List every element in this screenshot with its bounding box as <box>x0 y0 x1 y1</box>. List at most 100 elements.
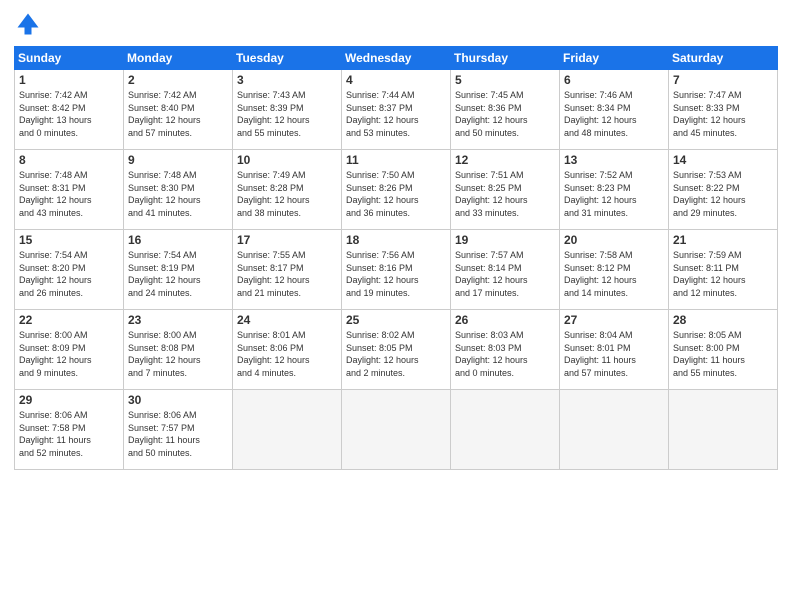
day-number: 13 <box>564 153 664 167</box>
day-number: 8 <box>19 153 119 167</box>
week-row-5: 29 Sunrise: 8:06 AM Sunset: 7:58 PM Dayli… <box>15 390 778 470</box>
day-number: 28 <box>673 313 773 327</box>
day-info: Sunrise: 7:47 AM Sunset: 8:33 PM Dayligh… <box>673 89 773 139</box>
weekday-header-friday: Friday <box>560 47 669 70</box>
day-info: Sunrise: 7:42 AM Sunset: 8:40 PM Dayligh… <box>128 89 228 139</box>
day-number: 10 <box>237 153 337 167</box>
day-number: 25 <box>346 313 446 327</box>
day-info: Sunrise: 7:54 AM Sunset: 8:19 PM Dayligh… <box>128 249 228 299</box>
weekday-header-row: SundayMondayTuesdayWednesdayThursdayFrid… <box>15 47 778 70</box>
day-info: Sunrise: 7:56 AM Sunset: 8:16 PM Dayligh… <box>346 249 446 299</box>
week-row-1: 1 Sunrise: 7:42 AM Sunset: 8:42 PM Daylig… <box>15 70 778 150</box>
day-info: Sunrise: 7:59 AM Sunset: 8:11 PM Dayligh… <box>673 249 773 299</box>
calendar-cell: 1 Sunrise: 7:42 AM Sunset: 8:42 PM Daylig… <box>15 70 124 150</box>
calendar-cell: 27 Sunrise: 8:04 AM Sunset: 8:01 PM Dayli… <box>560 310 669 390</box>
calendar-cell: 5 Sunrise: 7:45 AM Sunset: 8:36 PM Daylig… <box>451 70 560 150</box>
day-info: Sunrise: 8:04 AM Sunset: 8:01 PM Dayligh… <box>564 329 664 379</box>
day-number: 22 <box>19 313 119 327</box>
logo-icon <box>14 10 42 38</box>
week-row-3: 15Sunrise: 7:54 AM Sunset: 8:20 PM Dayli… <box>15 230 778 310</box>
day-number: 9 <box>128 153 228 167</box>
calendar-cell: 11 Sunrise: 7:50 AM Sunset: 8:26 PM Dayli… <box>342 150 451 230</box>
day-info: Sunrise: 7:53 AM Sunset: 8:22 PM Dayligh… <box>673 169 773 219</box>
page: SundayMondayTuesdayWednesdayThursdayFrid… <box>0 0 792 612</box>
day-info: Sunrise: 7:49 AM Sunset: 8:28 PM Dayligh… <box>237 169 337 219</box>
day-info: Sunrise: 8:05 AM Sunset: 8:00 PM Dayligh… <box>673 329 773 379</box>
weekday-header-sunday: Sunday <box>15 47 124 70</box>
calendar-cell: 14 Sunrise: 7:53 AM Sunset: 8:22 PM Dayli… <box>669 150 778 230</box>
calendar-cell: 4Sunrise: 7:44 AM Sunset: 8:37 PM Daylig… <box>342 70 451 150</box>
day-info: Sunrise: 7:58 AM Sunset: 8:12 PM Dayligh… <box>564 249 664 299</box>
day-info: Sunrise: 8:02 AM Sunset: 8:05 PM Dayligh… <box>346 329 446 379</box>
calendar-cell: 3 Sunrise: 7:43 AM Sunset: 8:39 PM Daylig… <box>233 70 342 150</box>
weekday-header-tuesday: Tuesday <box>233 47 342 70</box>
day-number: 2 <box>128 73 228 87</box>
day-info: Sunrise: 8:03 AM Sunset: 8:03 PM Dayligh… <box>455 329 555 379</box>
day-number: 24 <box>237 313 337 327</box>
day-number: 20 <box>564 233 664 247</box>
day-info: Sunrise: 7:57 AM Sunset: 8:14 PM Dayligh… <box>455 249 555 299</box>
day-info: Sunrise: 7:50 AM Sunset: 8:26 PM Dayligh… <box>346 169 446 219</box>
day-number: 16 <box>128 233 228 247</box>
calendar-cell <box>451 390 560 470</box>
calendar-cell: 13 Sunrise: 7:52 AM Sunset: 8:23 PM Dayli… <box>560 150 669 230</box>
day-info: Sunrise: 8:06 AM Sunset: 7:57 PM Dayligh… <box>128 409 228 459</box>
day-info: Sunrise: 7:48 AM Sunset: 8:31 PM Dayligh… <box>19 169 119 219</box>
calendar-cell <box>669 390 778 470</box>
header <box>14 10 778 38</box>
day-number: 12 <box>455 153 555 167</box>
calendar-cell: 29 Sunrise: 8:06 AM Sunset: 7:58 PM Dayli… <box>15 390 124 470</box>
day-number: 6 <box>564 73 664 87</box>
day-number: 30 <box>128 393 228 407</box>
calendar-cell: 20 Sunrise: 7:58 AM Sunset: 8:12 PM Dayli… <box>560 230 669 310</box>
day-info: Sunrise: 7:43 AM Sunset: 8:39 PM Dayligh… <box>237 89 337 139</box>
day-number: 21 <box>673 233 773 247</box>
weekday-header-wednesday: Wednesday <box>342 47 451 70</box>
calendar-cell: 30 Sunrise: 8:06 AM Sunset: 7:57 PM Dayli… <box>124 390 233 470</box>
calendar-cell <box>233 390 342 470</box>
day-number: 29 <box>19 393 119 407</box>
calendar-cell: 26 Sunrise: 8:03 AM Sunset: 8:03 PM Dayli… <box>451 310 560 390</box>
weekday-header-thursday: Thursday <box>451 47 560 70</box>
calendar-cell: 18 Sunrise: 7:56 AM Sunset: 8:16 PM Dayli… <box>342 230 451 310</box>
calendar-table: SundayMondayTuesdayWednesdayThursdayFrid… <box>14 46 778 470</box>
day-number: 11 <box>346 153 446 167</box>
day-info: Sunrise: 7:52 AM Sunset: 8:23 PM Dayligh… <box>564 169 664 219</box>
day-number: 17 <box>237 233 337 247</box>
day-info: Sunrise: 7:51 AM Sunset: 8:25 PM Dayligh… <box>455 169 555 219</box>
day-info: Sunrise: 8:00 AM Sunset: 8:08 PM Dayligh… <box>128 329 228 379</box>
calendar-cell: 15Sunrise: 7:54 AM Sunset: 8:20 PM Dayli… <box>15 230 124 310</box>
calendar-cell: 22 Sunrise: 8:00 AM Sunset: 8:09 PM Dayli… <box>15 310 124 390</box>
weekday-header-monday: Monday <box>124 47 233 70</box>
calendar-cell: 12 Sunrise: 7:51 AM Sunset: 8:25 PM Dayli… <box>451 150 560 230</box>
day-number: 14 <box>673 153 773 167</box>
weekday-header-saturday: Saturday <box>669 47 778 70</box>
calendar-cell: 17 Sunrise: 7:55 AM Sunset: 8:17 PM Dayli… <box>233 230 342 310</box>
day-info: Sunrise: 8:01 AM Sunset: 8:06 PM Dayligh… <box>237 329 337 379</box>
calendar-cell: 21 Sunrise: 7:59 AM Sunset: 8:11 PM Dayli… <box>669 230 778 310</box>
calendar-cell: 16 Sunrise: 7:54 AM Sunset: 8:19 PM Dayli… <box>124 230 233 310</box>
day-number: 18 <box>346 233 446 247</box>
day-info: Sunrise: 8:00 AM Sunset: 8:09 PM Dayligh… <box>19 329 119 379</box>
day-info: Sunrise: 7:42 AM Sunset: 8:42 PM Dayligh… <box>19 89 119 139</box>
day-number: 23 <box>128 313 228 327</box>
day-info: Sunrise: 7:55 AM Sunset: 8:17 PM Dayligh… <box>237 249 337 299</box>
calendar-cell: 7 Sunrise: 7:47 AM Sunset: 8:33 PM Daylig… <box>669 70 778 150</box>
day-number: 7 <box>673 73 773 87</box>
day-info: Sunrise: 7:48 AM Sunset: 8:30 PM Dayligh… <box>128 169 228 219</box>
calendar-cell <box>560 390 669 470</box>
day-number: 27 <box>564 313 664 327</box>
day-info: Sunrise: 7:46 AM Sunset: 8:34 PM Dayligh… <box>564 89 664 139</box>
week-row-4: 22 Sunrise: 8:00 AM Sunset: 8:09 PM Dayli… <box>15 310 778 390</box>
day-info: Sunrise: 8:06 AM Sunset: 7:58 PM Dayligh… <box>19 409 119 459</box>
calendar-cell <box>342 390 451 470</box>
day-number: 3 <box>237 73 337 87</box>
day-number: 26 <box>455 313 555 327</box>
calendar-cell: 6 Sunrise: 7:46 AM Sunset: 8:34 PM Daylig… <box>560 70 669 150</box>
day-info: Sunrise: 7:45 AM Sunset: 8:36 PM Dayligh… <box>455 89 555 139</box>
day-number: 19 <box>455 233 555 247</box>
calendar-cell: 23 Sunrise: 8:00 AM Sunset: 8:08 PM Dayli… <box>124 310 233 390</box>
day-number: 1 <box>19 73 119 87</box>
day-number: 5 <box>455 73 555 87</box>
logo <box>14 10 46 38</box>
